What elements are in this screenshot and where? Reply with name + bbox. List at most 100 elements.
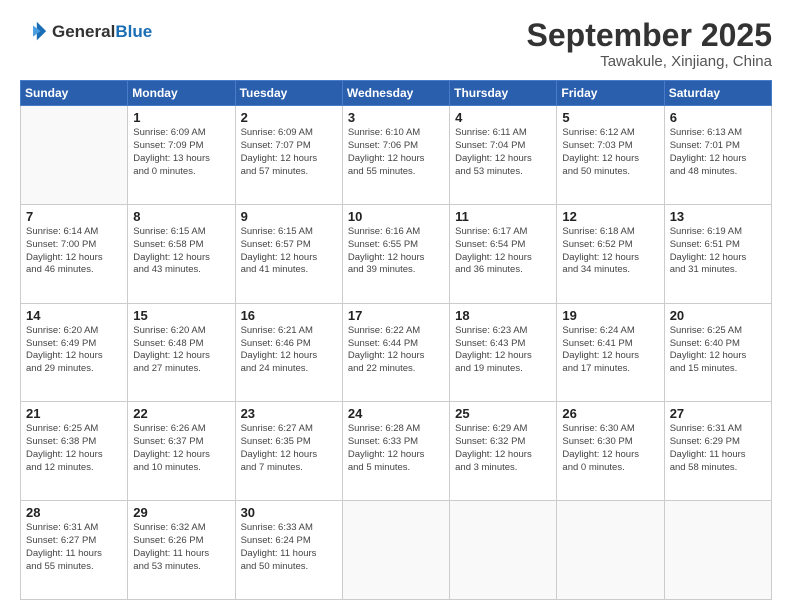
day-number: 20: [670, 308, 766, 323]
day-number: 9: [241, 209, 337, 224]
day-info: Sunrise: 6:21 AMSunset: 6:46 PMDaylight:…: [241, 325, 337, 376]
day-info: Sunrise: 6:25 AMSunset: 6:38 PMDaylight:…: [26, 423, 122, 474]
col-monday: Monday: [128, 81, 235, 106]
day-number: 8: [133, 209, 229, 224]
calendar-cell: 25 Sunrise: 6:29 AMSunset: 6:32 PMDayligh…: [450, 402, 557, 501]
col-saturday: Saturday: [664, 81, 771, 106]
calendar-cell: 6 Sunrise: 6:13 AMSunset: 7:01 PMDaylight…: [664, 106, 771, 205]
day-info: Sunrise: 6:09 AMSunset: 7:07 PMDaylight:…: [241, 127, 337, 178]
day-info: Sunrise: 6:29 AMSunset: 6:32 PMDaylight:…: [455, 423, 551, 474]
calendar-cell: [21, 106, 128, 205]
calendar-cell: 23Sunrise: 6:27 AMSunset: 6:35 PMDayligh…: [235, 402, 342, 501]
day-info: Sunrise: 6:12 AMSunset: 7:03 PMDaylight:…: [562, 127, 658, 178]
day-number: 16: [241, 308, 337, 323]
day-info: Sunrise: 6:25 AMSunset: 6:40 PMDaylight:…: [670, 325, 766, 376]
calendar-cell: 14 Sunrise: 6:20 AMSunset: 6:49 PMDayligh…: [21, 303, 128, 402]
calendar-cell: 2 Sunrise: 6:09 AMSunset: 7:07 PMDaylight…: [235, 106, 342, 205]
calendar-cell: 9 Sunrise: 6:15 AMSunset: 6:57 PMDaylight…: [235, 204, 342, 303]
location-subtitle: Tawakule, Xinjiang, China: [527, 53, 772, 70]
calendar-cell: 28Sunrise: 6:31 AMSunset: 6:27 PMDayligh…: [21, 501, 128, 600]
day-info: Sunrise: 6:14 AMSunset: 7:00 PMDaylight:…: [26, 226, 122, 277]
day-info: Sunrise: 6:11 AMSunset: 7:04 PMDaylight:…: [455, 127, 551, 178]
day-number: 7: [26, 209, 122, 224]
calendar-cell: 10 Sunrise: 6:16 AMSunset: 6:55 PMDayligh…: [342, 204, 449, 303]
calendar-cell: 13Sunrise: 6:19 AMSunset: 6:51 PMDayligh…: [664, 204, 771, 303]
day-info: Sunrise: 6:20 AMSunset: 6:49 PMDaylight:…: [26, 325, 122, 376]
calendar-cell: 17 Sunrise: 6:22 AMSunset: 6:44 PMDayligh…: [342, 303, 449, 402]
calendar-cell: 7 Sunrise: 6:14 AMSunset: 7:00 PMDaylight…: [21, 204, 128, 303]
day-info: Sunrise: 6:31 AMSunset: 6:29 PMDaylight:…: [670, 423, 766, 474]
calendar-cell: 21Sunrise: 6:25 AMSunset: 6:38 PMDayligh…: [21, 402, 128, 501]
day-info: Sunrise: 6:15 AMSunset: 6:58 PMDaylight:…: [133, 226, 229, 277]
page: GeneralBlue September 2025 Tawakule, Xin…: [0, 0, 792, 612]
day-info: Sunrise: 6:22 AMSunset: 6:44 PMDaylight:…: [348, 325, 444, 376]
day-info: Sunrise: 6:16 AMSunset: 6:55 PMDaylight:…: [348, 226, 444, 277]
day-number: 17: [348, 308, 444, 323]
day-number: 19: [562, 308, 658, 323]
calendar-cell: 5 Sunrise: 6:12 AMSunset: 7:03 PMDaylight…: [557, 106, 664, 205]
day-info: Sunrise: 6:20 AMSunset: 6:48 PMDaylight:…: [133, 325, 229, 376]
calendar-week-row: 28Sunrise: 6:31 AMSunset: 6:27 PMDayligh…: [21, 501, 772, 600]
calendar-cell: 11Sunrise: 6:17 AMSunset: 6:54 PMDayligh…: [450, 204, 557, 303]
logo: GeneralBlue: [20, 18, 152, 46]
calendar-cell: 30 Sunrise: 6:33 AMSunset: 6:24 PMDayligh…: [235, 501, 342, 600]
day-info: Sunrise: 6:15 AMSunset: 6:57 PMDaylight:…: [241, 226, 337, 277]
calendar-week-row: 14 Sunrise: 6:20 AMSunset: 6:49 PMDayligh…: [21, 303, 772, 402]
col-tuesday: Tuesday: [235, 81, 342, 106]
col-sunday: Sunday: [21, 81, 128, 106]
day-info: Sunrise: 6:30 AMSunset: 6:30 PMDaylight:…: [562, 423, 658, 474]
day-info: Sunrise: 6:24 AMSunset: 6:41 PMDaylight:…: [562, 325, 658, 376]
logo-general: General: [52, 22, 115, 41]
month-title: September 2025: [527, 18, 772, 53]
calendar-week-row: 21Sunrise: 6:25 AMSunset: 6:38 PMDayligh…: [21, 402, 772, 501]
calendar-cell: [557, 501, 664, 600]
calendar-cell: 27Sunrise: 6:31 AMSunset: 6:29 PMDayligh…: [664, 402, 771, 501]
calendar-cell: 29Sunrise: 6:32 AMSunset: 6:26 PMDayligh…: [128, 501, 235, 600]
calendar-cell: 16 Sunrise: 6:21 AMSunset: 6:46 PMDayligh…: [235, 303, 342, 402]
title-block: September 2025 Tawakule, Xinjiang, China: [527, 18, 772, 70]
day-info: Sunrise: 6:17 AMSunset: 6:54 PMDaylight:…: [455, 226, 551, 277]
col-friday: Friday: [557, 81, 664, 106]
logo-blue: Blue: [115, 22, 152, 41]
day-number: 15: [133, 308, 229, 323]
day-number: 5: [562, 110, 658, 125]
day-info: Sunrise: 6:13 AMSunset: 7:01 PMDaylight:…: [670, 127, 766, 178]
calendar-cell: [342, 501, 449, 600]
calendar-cell: 18 Sunrise: 6:23 AMSunset: 6:43 PMDayligh…: [450, 303, 557, 402]
day-number: 1: [133, 110, 229, 125]
logo-text: GeneralBlue: [52, 23, 152, 42]
day-number: 29: [133, 505, 229, 520]
calendar-cell: [664, 501, 771, 600]
day-info: Sunrise: 6:28 AMSunset: 6:33 PMDaylight:…: [348, 423, 444, 474]
header: GeneralBlue September 2025 Tawakule, Xin…: [20, 18, 772, 70]
day-info: Sunrise: 6:18 AMSunset: 6:52 PMDaylight:…: [562, 226, 658, 277]
calendar-cell: 8 Sunrise: 6:15 AMSunset: 6:58 PMDaylight…: [128, 204, 235, 303]
day-number: 23: [241, 406, 337, 421]
col-thursday: Thursday: [450, 81, 557, 106]
calendar-cell: 15 Sunrise: 6:20 AMSunset: 6:48 PMDayligh…: [128, 303, 235, 402]
calendar-cell: 1 Sunrise: 6:09 AMSunset: 7:09 PMDaylight…: [128, 106, 235, 205]
day-info: Sunrise: 6:09 AMSunset: 7:09 PMDaylight:…: [133, 127, 229, 178]
day-number: 30: [241, 505, 337, 520]
calendar-cell: 20 Sunrise: 6:25 AMSunset: 6:40 PMDayligh…: [664, 303, 771, 402]
calendar-header-row: Sunday Monday Tuesday Wednesday Thursday…: [21, 81, 772, 106]
calendar-cell: 4 Sunrise: 6:11 AMSunset: 7:04 PMDaylight…: [450, 106, 557, 205]
day-number: 10: [348, 209, 444, 224]
calendar-week-row: 7 Sunrise: 6:14 AMSunset: 7:00 PMDaylight…: [21, 204, 772, 303]
day-number: 6: [670, 110, 766, 125]
col-wednesday: Wednesday: [342, 81, 449, 106]
day-number: 26: [562, 406, 658, 421]
day-number: 3: [348, 110, 444, 125]
day-number: 4: [455, 110, 551, 125]
day-number: 14: [26, 308, 122, 323]
day-info: Sunrise: 6:31 AMSunset: 6:27 PMDaylight:…: [26, 522, 122, 573]
day-info: Sunrise: 6:33 AMSunset: 6:24 PMDaylight:…: [241, 522, 337, 573]
day-number: 18: [455, 308, 551, 323]
day-info: Sunrise: 6:10 AMSunset: 7:06 PMDaylight:…: [348, 127, 444, 178]
day-number: 25: [455, 406, 551, 421]
day-info: Sunrise: 6:23 AMSunset: 6:43 PMDaylight:…: [455, 325, 551, 376]
day-info: Sunrise: 6:26 AMSunset: 6:37 PMDaylight:…: [133, 423, 229, 474]
calendar-cell: 22 Sunrise: 6:26 AMSunset: 6:37 PMDayligh…: [128, 402, 235, 501]
day-number: 22: [133, 406, 229, 421]
day-number: 2: [241, 110, 337, 125]
